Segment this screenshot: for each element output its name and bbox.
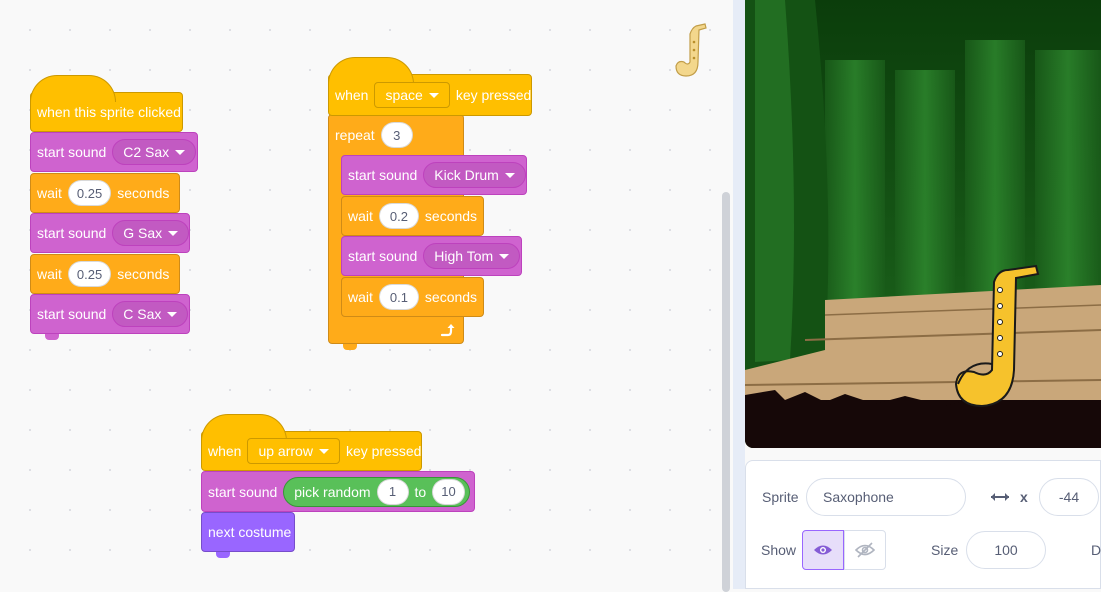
key-dropdown[interactable]: space <box>374 82 450 108</box>
hat-label: when this sprite clicked <box>37 104 181 120</box>
block-notch <box>45 334 59 340</box>
sprite-name-input[interactable]: Saxophone <box>806 478 966 516</box>
wait-input[interactable]: 0.1 <box>378 284 419 310</box>
block-notch <box>216 552 230 558</box>
size-label: Size <box>931 542 959 558</box>
block-label: seconds <box>424 289 478 305</box>
dropdown-value: Kick Drum <box>434 167 499 183</box>
stage[interactable] <box>745 0 1101 448</box>
block-label: seconds <box>424 208 478 224</box>
panel-divider <box>733 0 745 589</box>
sound-dropdown[interactable]: Kick Drum <box>423 162 526 188</box>
x-position-input[interactable]: -44 <box>1039 478 1099 516</box>
repeat-count-input[interactable]: 3 <box>380 122 413 148</box>
block-label: seconds <box>117 185 170 201</box>
wait-block[interactable]: wait 0.1 seconds <box>341 277 484 317</box>
wait-input[interactable]: 0.25 <box>67 180 112 206</box>
start-sound-block[interactable]: start sound pick random 1 to 10 <box>201 471 475 512</box>
dropdown-caret-icon <box>167 311 178 317</box>
random-from-input[interactable]: 1 <box>376 478 409 505</box>
block-label: start sound <box>208 483 278 500</box>
block-label: next costume <box>208 524 292 540</box>
wait-input[interactable]: 0.25 <box>67 261 112 287</box>
workspace-scrollbar[interactable] <box>722 192 730 592</box>
when-sprite-clicked-block[interactable]: when this sprite clicked <box>30 75 183 132</box>
eye-icon <box>814 545 832 555</box>
block-label: to <box>414 483 427 500</box>
x-label: x <box>1020 489 1028 505</box>
start-sound-block[interactable]: start sound G Sax <box>30 213 190 253</box>
dropdown-caret-icon <box>504 172 515 178</box>
x-arrows-icon <box>991 493 1009 501</box>
block-label: when <box>208 443 242 459</box>
dropdown-value: space <box>385 87 423 103</box>
block-label: wait <box>37 266 62 282</box>
pick-random-block[interactable]: pick random 1 to 10 <box>283 476 470 507</box>
block-label: key pressed <box>345 443 422 459</box>
loop-arrow-icon <box>440 324 455 337</box>
code-workspace[interactable]: when this sprite clicked start sound C2 … <box>0 0 733 592</box>
block-label: start sound <box>37 144 107 160</box>
dropdown-value: C Sax <box>123 306 162 322</box>
dropdown-caret-icon <box>428 92 439 98</box>
block-label: key pressed <box>455 87 532 103</box>
block-label: start sound <box>37 306 107 322</box>
when-key-pressed-block[interactable]: when up arrow key pressed <box>201 414 422 471</box>
sprite-label: Sprite <box>762 489 799 505</box>
start-sound-block[interactable]: start sound C2 Sax <box>30 132 198 172</box>
block-notch <box>343 344 357 350</box>
show-visible-toggle[interactable] <box>802 530 844 570</box>
sprite-info-panel: Sprite Saxophone x -44 Show Size 100 Di <box>745 460 1101 589</box>
block-label: when <box>335 87 369 103</box>
sound-dropdown[interactable]: High Tom <box>423 243 521 269</box>
wait-input[interactable]: 0.2 <box>378 203 419 229</box>
dropdown-value: C2 Sax <box>123 144 170 160</box>
dropdown-value: High Tom <box>434 248 494 264</box>
show-label: Show <box>761 542 797 558</box>
block-label: pick random <box>294 483 371 500</box>
block-label: start sound <box>37 225 107 241</box>
dropdown-caret-icon <box>168 230 179 236</box>
block-label: repeat <box>335 127 375 143</box>
wait-block[interactable]: wait 0.2 seconds <box>341 196 484 236</box>
block-label: seconds <box>117 266 170 282</box>
random-to-input[interactable]: 10 <box>432 478 465 505</box>
block-label: start sound <box>348 167 418 183</box>
dropdown-caret-icon <box>499 253 510 259</box>
repeat-header: repeat 3 <box>329 116 419 154</box>
when-key-pressed-block[interactable]: when space key pressed <box>328 57 532 116</box>
block-label: wait <box>348 208 373 224</box>
sound-dropdown[interactable]: G Sax <box>112 220 190 246</box>
dropdown-value: G Sax <box>123 225 163 241</box>
sound-dropdown[interactable]: C2 Sax <box>112 139 197 165</box>
block-label: wait <box>348 289 373 305</box>
sound-dropdown[interactable]: C Sax <box>112 301 189 327</box>
eye-slash-icon <box>855 542 875 558</box>
start-sound-block[interactable]: start sound Kick Drum <box>341 155 527 195</box>
start-sound-block[interactable]: start sound High Tom <box>341 236 522 276</box>
direction-label: Di <box>1091 542 1101 558</box>
next-costume-block[interactable]: next costume <box>201 512 295 558</box>
wait-block[interactable]: wait 0.25 seconds <box>30 254 180 294</box>
saxophone-sprite-icon[interactable] <box>672 22 712 84</box>
start-sound-block[interactable]: start sound C Sax <box>30 294 190 340</box>
saxophone-sprite-icon[interactable] <box>952 260 1044 410</box>
size-input[interactable]: 100 <box>966 531 1046 569</box>
wait-block[interactable]: wait 0.25 seconds <box>30 173 180 213</box>
dropdown-caret-icon <box>318 448 329 454</box>
show-hidden-toggle[interactable] <box>844 530 886 570</box>
stage-backdrop <box>745 0 1101 448</box>
key-dropdown[interactable]: up arrow <box>247 438 340 464</box>
block-label: wait <box>37 185 62 201</box>
dropdown-caret-icon <box>175 149 186 155</box>
block-label: start sound <box>348 248 418 264</box>
dropdown-value: up arrow <box>258 443 313 459</box>
